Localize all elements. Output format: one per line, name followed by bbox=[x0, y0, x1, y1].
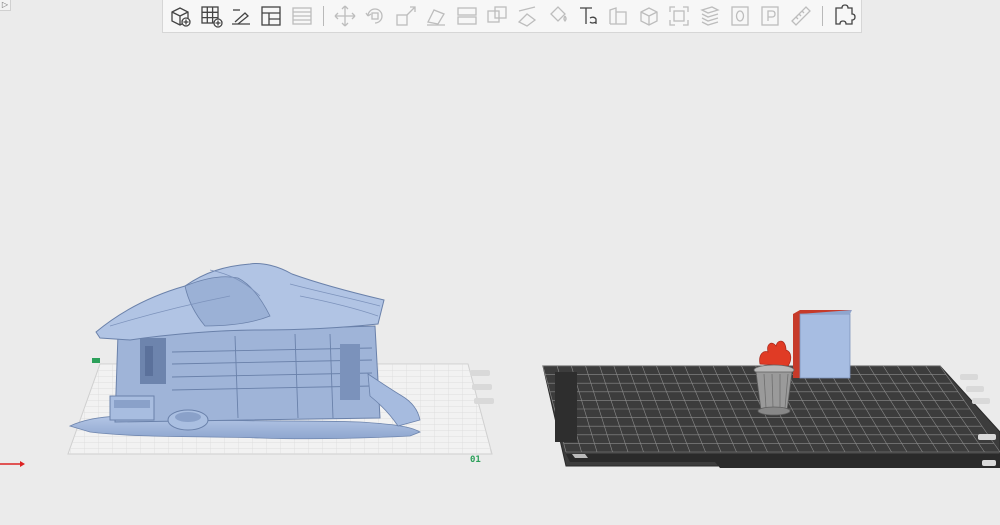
axis-indicator bbox=[0, 461, 25, 467]
add-plate-button[interactable] bbox=[197, 2, 225, 30]
3d-viewport[interactable]: 01 bbox=[0, 34, 1000, 525]
puzzle-icon bbox=[835, 4, 856, 25]
model-trash-can-fire[interactable] bbox=[753, 340, 795, 416]
split-button[interactable] bbox=[453, 2, 481, 30]
fit-corners-icon bbox=[669, 6, 689, 26]
plate-number-label: 01 bbox=[470, 455, 481, 465]
rotate-icon bbox=[365, 8, 384, 24]
print-button[interactable] bbox=[756, 2, 784, 30]
scale-button[interactable] bbox=[392, 2, 420, 30]
hollow-button[interactable] bbox=[604, 2, 632, 30]
slice-layers-button[interactable] bbox=[288, 2, 316, 30]
paint-bucket-icon bbox=[549, 6, 567, 22]
cut-icon bbox=[518, 6, 537, 27]
ruler-icon bbox=[790, 6, 811, 26]
auto-layout-button[interactable] bbox=[227, 2, 255, 30]
paint-button[interactable] bbox=[544, 2, 572, 30]
split-icon bbox=[456, 7, 477, 25]
plate-side-strip bbox=[555, 372, 577, 442]
toolbar-separator bbox=[322, 6, 324, 26]
add-model-button[interactable] bbox=[166, 2, 194, 30]
grid-plus-icon bbox=[200, 6, 223, 28]
layers-lines-icon bbox=[292, 7, 312, 25]
auto-arrange-icon bbox=[231, 9, 250, 25]
add-cube-icon bbox=[171, 7, 191, 27]
measure-button[interactable] bbox=[787, 2, 815, 30]
support-button[interactable] bbox=[696, 2, 724, 30]
fit-button[interactable] bbox=[665, 2, 693, 30]
plate-origin-marker bbox=[92, 358, 100, 363]
scene-canvas[interactable]: 01 bbox=[0, 34, 1000, 525]
toolbar-separator bbox=[821, 6, 823, 26]
text-button[interactable] bbox=[574, 2, 602, 30]
cube-outline-icon bbox=[640, 7, 658, 26]
merge-button[interactable] bbox=[483, 2, 511, 30]
rotate-button[interactable] bbox=[361, 2, 389, 30]
text-icon bbox=[580, 7, 597, 24]
p-page-icon bbox=[761, 6, 779, 26]
hollow-icon bbox=[609, 7, 628, 25]
model-box[interactable] bbox=[793, 310, 852, 379]
zero-page-icon bbox=[731, 6, 749, 26]
infill-button[interactable] bbox=[726, 2, 754, 30]
collapse-panel-tab[interactable]: ▷ bbox=[0, 0, 11, 11]
plate-layout-button[interactable] bbox=[257, 2, 285, 30]
layout-panels-icon bbox=[261, 6, 281, 26]
repair-button[interactable] bbox=[635, 2, 663, 30]
lay-flat-button[interactable] bbox=[422, 2, 450, 30]
main-toolbar bbox=[162, 0, 862, 33]
assembly-button[interactable] bbox=[830, 2, 858, 30]
move-button[interactable] bbox=[331, 2, 359, 30]
move-arrows-icon bbox=[334, 5, 356, 27]
cut-button[interactable] bbox=[513, 2, 541, 30]
merge-icon bbox=[487, 6, 507, 23]
scale-icon bbox=[396, 6, 416, 26]
lay-flat-icon bbox=[427, 9, 446, 26]
model-ruined-house[interactable] bbox=[68, 263, 421, 440]
layers-stack-icon bbox=[699, 6, 720, 26]
